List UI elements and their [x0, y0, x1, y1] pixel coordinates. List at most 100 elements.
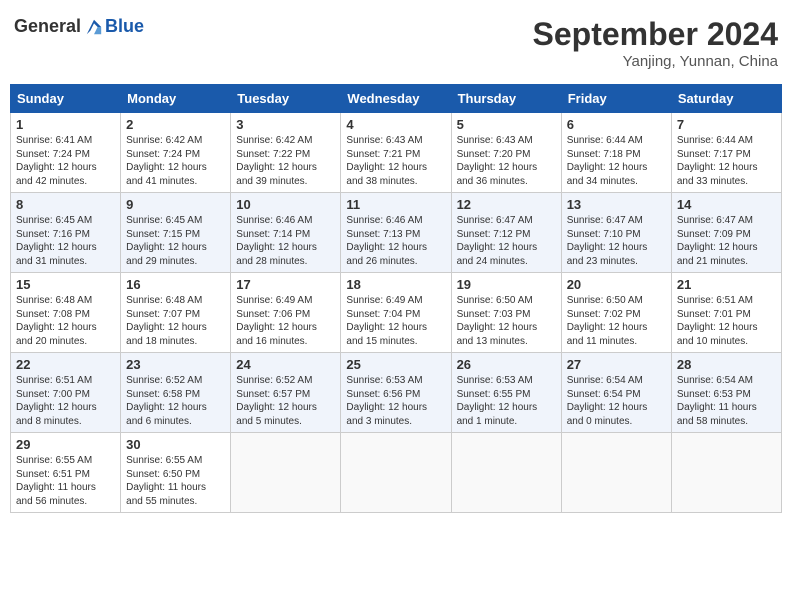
month-year-title: September 2024: [533, 16, 778, 53]
day-number: 17: [236, 277, 335, 292]
calendar-cell: 13 Sunrise: 6:47 AMSunset: 7:10 PMDayligh…: [561, 193, 671, 273]
day-info: Sunrise: 6:43 AMSunset: 7:21 PMDaylight:…: [346, 134, 445, 188]
calendar-cell: 19 Sunrise: 6:50 AMSunset: 7:03 PMDayligh…: [451, 273, 561, 353]
day-number: 29: [16, 437, 115, 452]
day-info: Sunrise: 6:52 AMSunset: 6:57 PMDaylight:…: [236, 374, 335, 428]
calendar-cell: 25 Sunrise: 6:53 AMSunset: 6:56 PMDayligh…: [341, 353, 451, 433]
day-header-thursday: Thursday: [451, 85, 561, 113]
day-number: 15: [16, 277, 115, 292]
day-info: Sunrise: 6:49 AMSunset: 7:04 PMDaylight:…: [346, 294, 445, 348]
calendar-cell: 30 Sunrise: 6:55 AMSunset: 6:50 PMDayligh…: [121, 433, 231, 513]
day-info: Sunrise: 6:47 AMSunset: 7:12 PMDaylight:…: [457, 214, 556, 268]
day-number: 20: [567, 277, 666, 292]
calendar-cell: [561, 433, 671, 513]
day-number: 5: [457, 117, 556, 132]
day-header-wednesday: Wednesday: [341, 85, 451, 113]
calendar-cell: 14 Sunrise: 6:47 AMSunset: 7:09 PMDayligh…: [671, 193, 781, 273]
day-number: 10: [236, 197, 335, 212]
calendar-cell: 6Sunrise: 6:44 AMSunset: 7:18 PMDaylight…: [561, 113, 671, 193]
day-info: Sunrise: 6:47 AMSunset: 7:10 PMDaylight:…: [567, 214, 666, 268]
day-number: 21: [677, 277, 776, 292]
calendar-cell: 17 Sunrise: 6:49 AMSunset: 7:06 PMDayligh…: [231, 273, 341, 353]
day-number: 14: [677, 197, 776, 212]
day-info: Sunrise: 6:55 AMSunset: 6:50 PMDaylight:…: [126, 454, 225, 508]
calendar-cell: 7Sunrise: 6:44 AMSunset: 7:17 PMDaylight…: [671, 113, 781, 193]
day-info: Sunrise: 6:53 AMSunset: 6:56 PMDaylight:…: [346, 374, 445, 428]
logo-icon: [85, 18, 103, 36]
calendar-cell: 11 Sunrise: 6:46 AMSunset: 7:13 PMDayligh…: [341, 193, 451, 273]
calendar-cell: 26 Sunrise: 6:53 AMSunset: 6:55 PMDayligh…: [451, 353, 561, 433]
location-text: Yanjing, Yunnan, China: [533, 53, 778, 70]
day-number: 4: [346, 117, 445, 132]
day-number: 24: [236, 357, 335, 372]
day-number: 23: [126, 357, 225, 372]
calendar-week-row: 22Sunrise: 6:51 AMSunset: 7:00 PMDayligh…: [11, 353, 782, 433]
day-info: Sunrise: 6:50 AMSunset: 7:02 PMDaylight:…: [567, 294, 666, 348]
day-number: 13: [567, 197, 666, 212]
day-number: 8: [16, 197, 115, 212]
day-number: 12: [457, 197, 556, 212]
calendar-cell: 5 Sunrise: 6:43 AMSunset: 7:20 PMDaylight…: [451, 113, 561, 193]
calendar-cell: 15 Sunrise: 6:48 AMSunset: 7:08 PMDayligh…: [11, 273, 121, 353]
day-info: Sunrise: 6:50 AMSunset: 7:03 PMDaylight:…: [457, 294, 556, 348]
title-section: September 2024 Yanjing, Yunnan, China: [533, 16, 778, 70]
calendar-cell: 27Sunrise: 6:54 AMSunset: 6:54 PMDayligh…: [561, 353, 671, 433]
calendar-cell: 10 Sunrise: 6:46 AMSunset: 7:14 PMDayligh…: [231, 193, 341, 273]
day-header-sunday: Sunday: [11, 85, 121, 113]
day-info: Sunrise: 6:52 AMSunset: 6:58 PMDaylight:…: [126, 374, 225, 428]
day-info: Sunrise: 6:45 AMSunset: 7:16 PMDaylight:…: [16, 214, 115, 268]
day-info: Sunrise: 6:49 AMSunset: 7:06 PMDaylight:…: [236, 294, 335, 348]
calendar-week-row: 8 Sunrise: 6:45 AMSunset: 7:16 PMDaylight…: [11, 193, 782, 273]
calendar-cell: [451, 433, 561, 513]
calendar-cell: 2 Sunrise: 6:42 AMSunset: 7:24 PMDaylight…: [121, 113, 231, 193]
day-info: Sunrise: 6:46 AMSunset: 7:13 PMDaylight:…: [346, 214, 445, 268]
calendar-cell: 18 Sunrise: 6:49 AMSunset: 7:04 PMDayligh…: [341, 273, 451, 353]
logo-general-text: General: [14, 16, 81, 37]
calendar-cell: 24 Sunrise: 6:52 AMSunset: 6:57 PMDayligh…: [231, 353, 341, 433]
day-number: 2: [126, 117, 225, 132]
day-number: 28: [677, 357, 776, 372]
day-info: Sunrise: 6:47 AMSunset: 7:09 PMDaylight:…: [677, 214, 776, 268]
calendar-cell: 12 Sunrise: 6:47 AMSunset: 7:12 PMDayligh…: [451, 193, 561, 273]
day-number: 3: [236, 117, 335, 132]
day-info: Sunrise: 6:42 AMSunset: 7:24 PMDaylight:…: [126, 134, 225, 188]
day-info: Sunrise: 6:48 AMSunset: 7:08 PMDaylight:…: [16, 294, 115, 348]
calendar-week-row: 1Sunrise: 6:41 AMSunset: 7:24 PMDaylight…: [11, 113, 782, 193]
day-number: 16: [126, 277, 225, 292]
day-info: Sunrise: 6:54 AMSunset: 6:54 PMDaylight:…: [567, 374, 666, 428]
day-number: 19: [457, 277, 556, 292]
calendar-cell: 9Sunrise: 6:45 AMSunset: 7:15 PMDaylight…: [121, 193, 231, 273]
calendar-header-row: SundayMondayTuesdayWednesdayThursdayFrid…: [11, 85, 782, 113]
day-number: 30: [126, 437, 225, 452]
day-header-monday: Monday: [121, 85, 231, 113]
day-info: Sunrise: 6:55 AMSunset: 6:51 PMDaylight:…: [16, 454, 115, 508]
day-info: Sunrise: 6:42 AMSunset: 7:22 PMDaylight:…: [236, 134, 335, 188]
calendar-table: SundayMondayTuesdayWednesdayThursdayFrid…: [10, 84, 782, 513]
logo: General Blue: [14, 16, 144, 37]
day-number: 26: [457, 357, 556, 372]
calendar-cell: [231, 433, 341, 513]
calendar-cell: 21 Sunrise: 6:51 AMSunset: 7:01 PMDayligh…: [671, 273, 781, 353]
logo-blue-text: Blue: [105, 16, 144, 37]
calendar-cell: 1Sunrise: 6:41 AMSunset: 7:24 PMDaylight…: [11, 113, 121, 193]
day-number: 11: [346, 197, 445, 212]
day-number: 25: [346, 357, 445, 372]
day-header-friday: Friday: [561, 85, 671, 113]
day-info: Sunrise: 6:43 AMSunset: 7:20 PMDaylight:…: [457, 134, 556, 188]
day-info: Sunrise: 6:48 AMSunset: 7:07 PMDaylight:…: [126, 294, 225, 348]
day-info: Sunrise: 6:46 AMSunset: 7:14 PMDaylight:…: [236, 214, 335, 268]
day-info: Sunrise: 6:44 AMSunset: 7:18 PMDaylight:…: [567, 134, 666, 188]
day-info: Sunrise: 6:51 AMSunset: 7:01 PMDaylight:…: [677, 294, 776, 348]
day-number: 18: [346, 277, 445, 292]
day-number: 9: [126, 197, 225, 212]
day-info: Sunrise: 6:53 AMSunset: 6:55 PMDaylight:…: [457, 374, 556, 428]
day-info: Sunrise: 6:54 AMSunset: 6:53 PMDaylight:…: [677, 374, 776, 428]
calendar-cell: 28 Sunrise: 6:54 AMSunset: 6:53 PMDayligh…: [671, 353, 781, 433]
calendar-cell: [341, 433, 451, 513]
day-header-saturday: Saturday: [671, 85, 781, 113]
calendar-cell: 3 Sunrise: 6:42 AMSunset: 7:22 PMDaylight…: [231, 113, 341, 193]
calendar-cell: 29 Sunrise: 6:55 AMSunset: 6:51 PMDayligh…: [11, 433, 121, 513]
day-info: Sunrise: 6:41 AMSunset: 7:24 PMDaylight:…: [16, 134, 115, 188]
day-header-tuesday: Tuesday: [231, 85, 341, 113]
calendar-cell: 16 Sunrise: 6:48 AMSunset: 7:07 PMDayligh…: [121, 273, 231, 353]
